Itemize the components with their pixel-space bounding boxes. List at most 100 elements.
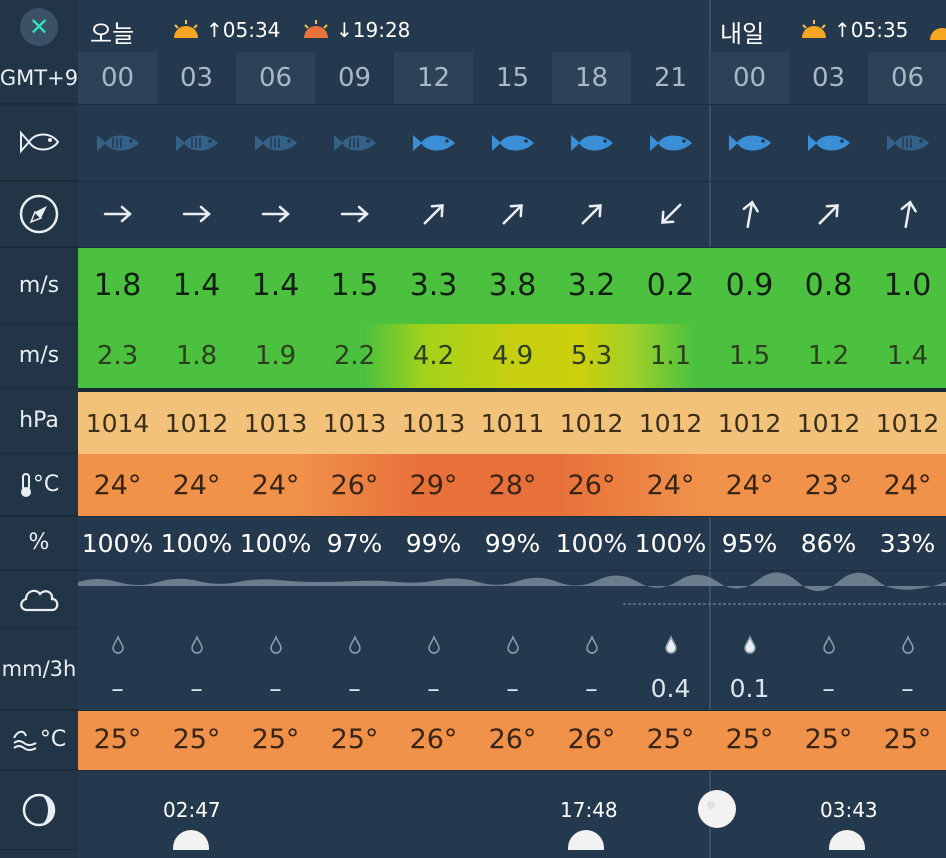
precip-value: – [427, 673, 440, 703]
fish-icon [728, 134, 771, 151]
precip-unit: mm/3h [0, 628, 78, 710]
fish-activity-cell [631, 104, 710, 181]
hour-cell: 21 [653, 63, 688, 93]
precip-cell: – [157, 628, 236, 710]
moon-icon [829, 830, 865, 850]
precip-value: 0.1 [729, 673, 770, 703]
hour-cell: 06 [236, 52, 315, 104]
moonset-time-1: 02:47 [163, 798, 221, 822]
water-temp-cell: 25° [330, 724, 379, 755]
hour-cell: 06 [868, 52, 946, 104]
precip-cell: – [473, 628, 552, 710]
wind-arrow-icon [900, 200, 917, 229]
precip-value: – [111, 673, 124, 703]
fish-icon [254, 134, 297, 151]
forecast-grid: 00 03 06 09 12 15 18 21 00 03 06 1.8 1.4 1.4 1.5 3.3 3.… [78, 0, 946, 858]
wind-arrow-icon [423, 204, 444, 225]
wind-gust-cell: 2.3 [96, 341, 139, 371]
precip-cell: – [789, 628, 868, 710]
wind-speed-cell: 1.8 [93, 268, 142, 303]
humidity-cell: 95% [721, 528, 778, 558]
moon-icon [568, 830, 604, 850]
humidity-cell: 100% [160, 528, 233, 558]
wind-speed-row: 1.8 1.4 1.4 1.5 3.3 3.8 3.2 0.2 0.9 0.8 1.0 [78, 247, 946, 324]
hour-cell: 18 [552, 52, 631, 104]
wind-arrow-cell [868, 181, 946, 247]
water-temp-cell: 25° [725, 724, 774, 755]
water-temp-cell: 25° [251, 724, 300, 755]
wind-arrow-cell [394, 181, 473, 247]
wind-arrow-icon [581, 204, 602, 225]
precip-value: – [506, 673, 519, 703]
rain-drop-icon [743, 635, 757, 659]
wind-arrow-cell [473, 181, 552, 247]
fish-icon [175, 134, 218, 151]
wind-gust-cell: 4.2 [412, 341, 455, 371]
fish-activity-cell [789, 104, 868, 181]
wind-gust-cell: 4.9 [491, 341, 534, 371]
wind-gust-cell: 1.1 [649, 341, 692, 371]
wind-speed-cell: 0.8 [804, 268, 853, 303]
air-temp-cell: 26° [567, 469, 616, 501]
water-temp-cell: 25° [804, 724, 853, 755]
rain-drop-icon [111, 635, 125, 659]
wind-arrow-cell [631, 181, 710, 247]
hour-cell: 12 [394, 52, 473, 104]
precip-cell: 0.1 [710, 628, 789, 710]
hours-row: 00 03 06 09 12 15 18 21 00 03 06 [78, 52, 946, 104]
fish-activity-cell [157, 104, 236, 181]
wind-speed-cell: 1.5 [330, 268, 379, 303]
hour-cell: 09 [337, 63, 372, 93]
fish-activity-cell [78, 104, 157, 181]
air-temp-cell: 24° [93, 469, 142, 501]
wind-direction-row [78, 181, 946, 247]
pressure-cell: 1012 [717, 408, 782, 438]
precip-value: – [901, 673, 914, 703]
humidity-cell: 100% [239, 528, 312, 558]
wind-gust-cell: 1.8 [175, 341, 218, 371]
full-moon-icon [698, 790, 736, 828]
moon-phase-icon [22, 793, 56, 826]
wind-arrow-cell [78, 181, 157, 247]
wind-gust-row: 2.3 1.8 1.9 2.2 4.2 4.9 5.3 1.1 1.5 1.2 1.4 [78, 324, 946, 388]
fish-activity-cell [394, 104, 473, 181]
precip-value: – [348, 673, 361, 703]
close-button[interactable]: ✕ [20, 8, 58, 46]
precip-cell: 0.4 [631, 628, 710, 710]
humidity-cell: 100% [634, 528, 707, 558]
air-temp-cell: 24° [883, 469, 932, 501]
wind-arrow-cell [710, 181, 789, 247]
precip-row: – – – – – – – 0.4 0.1 – – [78, 628, 946, 710]
humidity-cell: 86% [800, 528, 857, 558]
wind-arrow-cell [236, 181, 315, 247]
precip-cell: – [315, 628, 394, 710]
rain-drop-icon [585, 635, 599, 659]
wind-arrow-icon [818, 204, 839, 225]
wind-gust-cell: 1.9 [254, 341, 297, 371]
precip-value: – [190, 673, 203, 703]
precip-cell: – [78, 628, 157, 710]
wind-speed-cell: 3.3 [409, 268, 458, 303]
wind-arrow-icon [182, 205, 211, 223]
wind-arrow-cell [157, 181, 236, 247]
air-temp-cell: 23° [804, 469, 853, 501]
water-temp-unit: °C [0, 710, 78, 770]
temperature-unit: °C [0, 454, 78, 516]
moonrise-time: 17:48 [560, 798, 618, 822]
pressure-cell: 1013 [243, 408, 308, 438]
wind-arrow-icon [502, 204, 523, 225]
fish-icon [807, 134, 850, 151]
wind-arrow-icon [103, 205, 132, 223]
humidity-row: 100% 100% 100% 97% 99% 99% 100% 100% 95% 86% 33% [78, 516, 946, 570]
rain-drop-icon [427, 635, 441, 659]
fish-activity-row [78, 104, 946, 181]
rain-drop-icon [664, 635, 678, 659]
air-temp-cell: 26° [330, 469, 379, 501]
moon-label [0, 770, 78, 850]
humidity-cell: 100% [555, 528, 628, 558]
close-icon: ✕ [28, 13, 50, 41]
precip-cell: – [868, 628, 946, 710]
precip-value: – [269, 673, 282, 703]
hour-cell: 15 [495, 63, 530, 93]
wind-arrow-cell [315, 181, 394, 247]
